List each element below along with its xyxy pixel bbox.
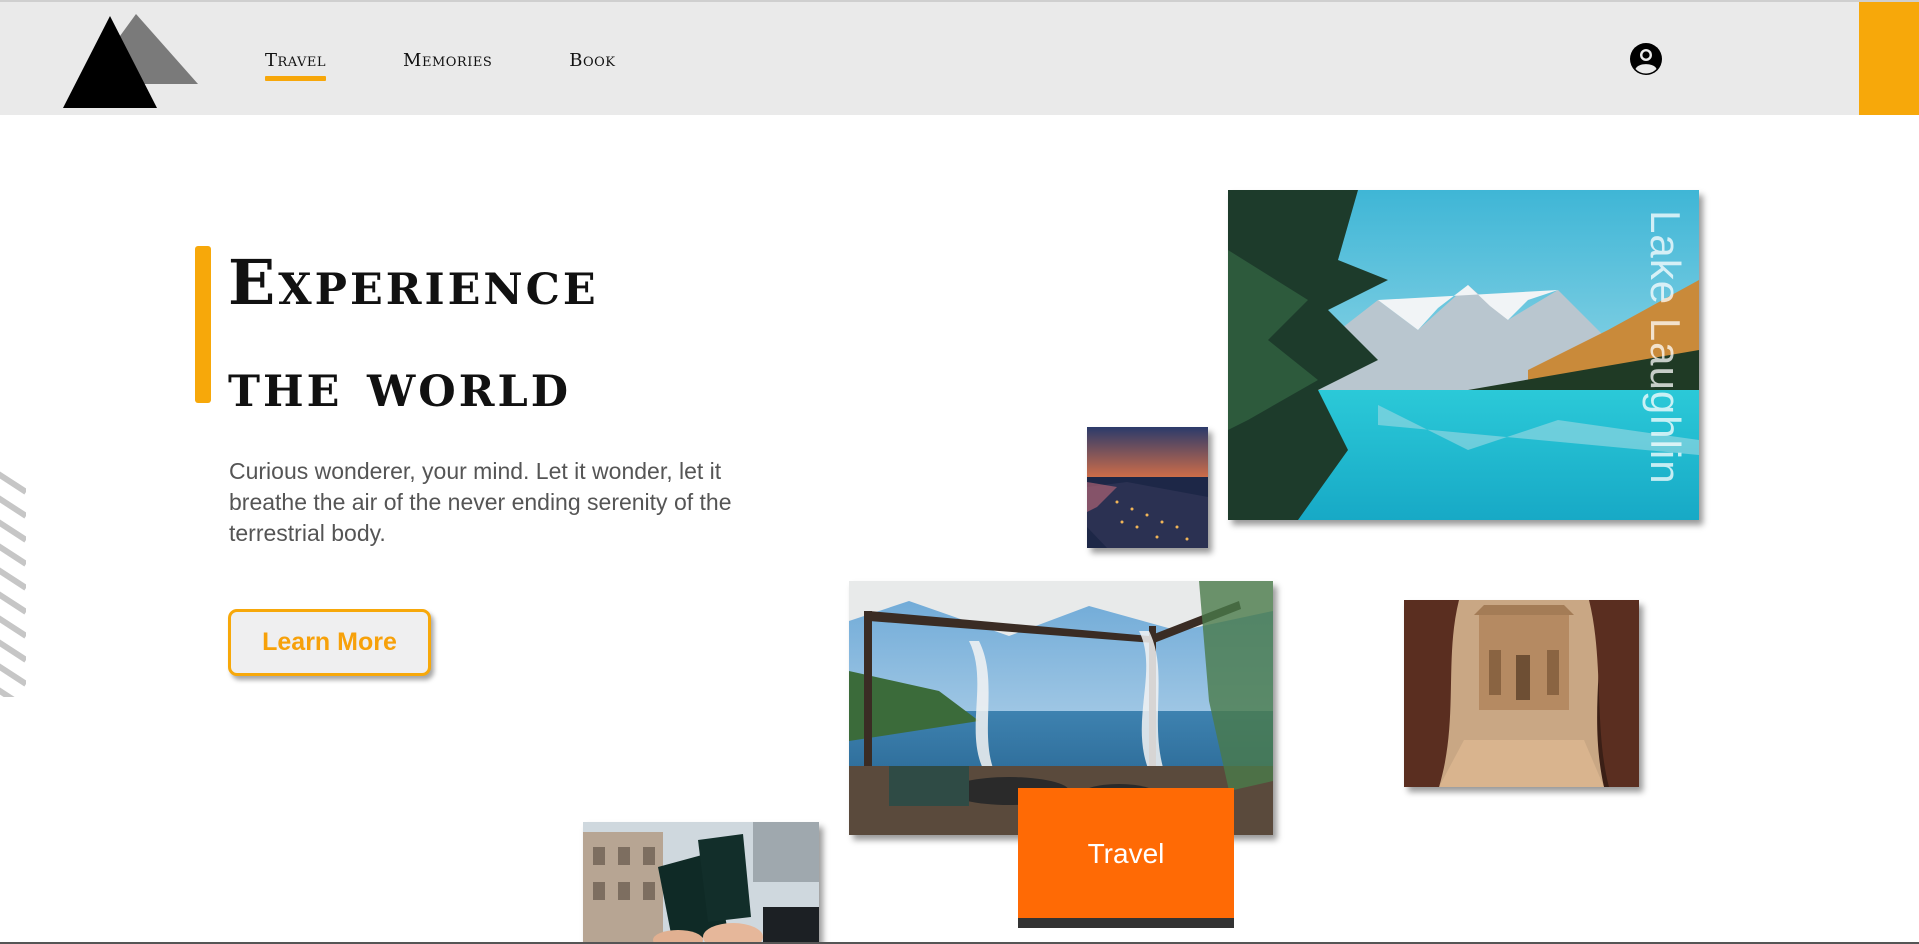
travel-card-label: Travel (1087, 837, 1165, 869)
travel-card-base (1018, 918, 1234, 928)
hero-description: Curious wonderer, your mind. Let it wond… (229, 458, 732, 546)
hero-title: Experience the world (228, 232, 848, 436)
nav-item-travel[interactable]: Travel (265, 50, 327, 81)
lake-photo[interactable]: Lake Laughlin (1228, 190, 1699, 520)
site-header: Travel Memories Book (0, 2, 1919, 115)
corner-accent-block (1859, 2, 1919, 115)
petra-monastery-photo[interactable] (1404, 600, 1639, 787)
passports-photo[interactable] (583, 822, 819, 944)
title-accent-bar (195, 246, 211, 403)
hero-title-line-2: the world (228, 348, 571, 421)
learn-more-button[interactable]: Learn More (228, 609, 431, 676)
mountain-logo-icon[interactable] (63, 14, 198, 108)
city-night-photo[interactable] (1087, 427, 1208, 548)
diagonal-stripes-decoration (0, 462, 26, 697)
lake-caption: Lake Laughlin (1642, 210, 1689, 485)
travel-card[interactable]: Travel (1018, 788, 1234, 928)
main-nav: Travel Memories Book (265, 50, 693, 81)
account-circle-icon[interactable] (1629, 42, 1663, 76)
nav-item-book[interactable]: Book (569, 50, 615, 71)
hero-title-line-1: Experience (228, 246, 599, 319)
nav-item-memories[interactable]: Memories (403, 50, 492, 71)
